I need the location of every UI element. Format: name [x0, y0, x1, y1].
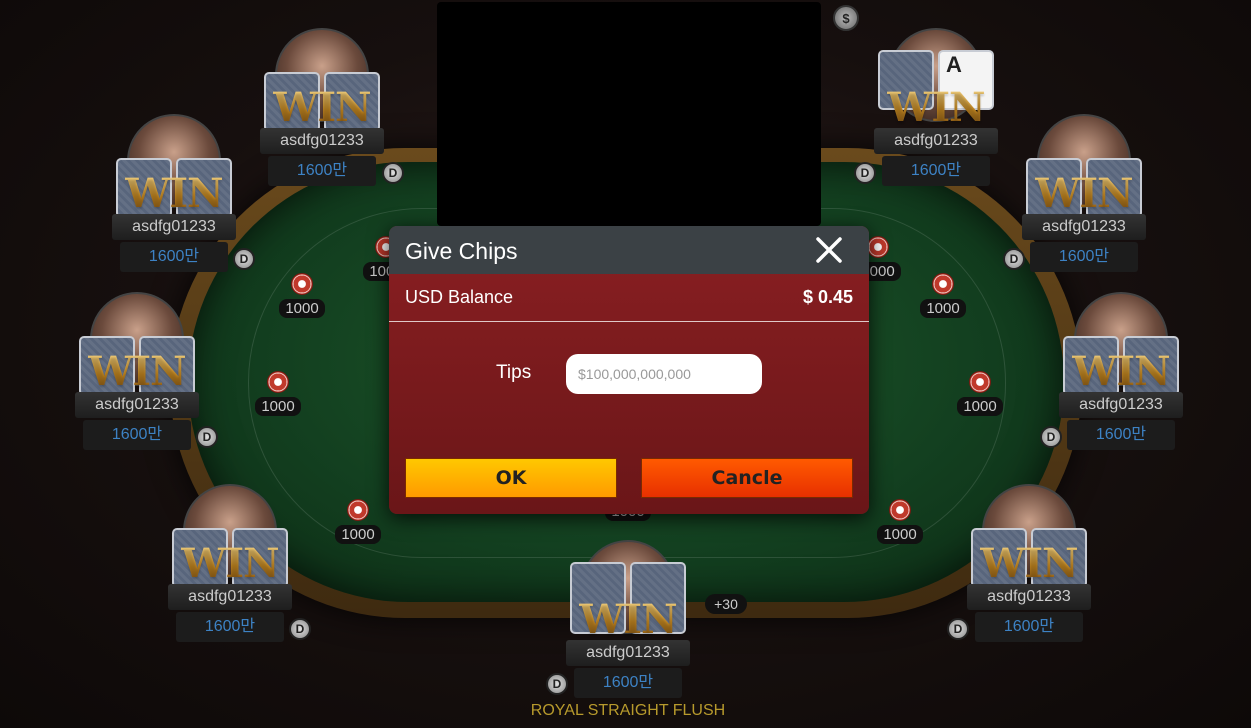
ok-button[interactable]: OK — [405, 458, 617, 498]
player-seat[interactable]: WIN asdfg01233 1600만 — [1059, 292, 1183, 450]
dealer-button: D — [233, 248, 255, 270]
player-chips: 1600만 — [975, 612, 1083, 642]
win-banner: WIN — [168, 540, 292, 587]
chip-icon — [291, 273, 313, 295]
dealer-button: D — [382, 162, 404, 184]
player-chips: 1600만 — [882, 156, 990, 186]
bet-amount: 1000 — [920, 299, 966, 318]
win-banner: WIN — [112, 170, 236, 217]
close-icon[interactable] — [813, 234, 845, 266]
dialog-header: Give Chips — [389, 226, 869, 274]
chip-icon — [969, 371, 991, 393]
player-seat-self[interactable]: WIN asdfg01233 1600만 — [566, 540, 690, 698]
balance-value: $ 0.45 — [802, 287, 853, 307]
bet-amount: 1000 — [335, 525, 381, 544]
winning-hand-label: ROYAL STRAIGHT FLUSH — [530, 702, 726, 719]
chip-icon — [347, 499, 369, 521]
player-chips: 1600만 — [1067, 420, 1175, 450]
bet-stack: 1000 — [870, 499, 930, 544]
chip-icon — [932, 273, 954, 295]
dealer-button: D — [947, 618, 969, 640]
bet-stack: 1000 — [328, 499, 388, 544]
dealer-button: D — [1040, 426, 1062, 448]
bet-amount: 1000 — [279, 299, 325, 318]
player-chips: 1600만 — [120, 242, 228, 272]
bet-stack: 1000 — [913, 273, 973, 318]
video-panel — [437, 2, 821, 226]
chip-icon — [867, 236, 889, 258]
player-name: asdfg01233 — [260, 128, 384, 154]
player-name: asdfg01233 — [112, 214, 236, 240]
tips-label: Tips — [496, 362, 532, 383]
bet-amount: 1000 — [255, 397, 301, 416]
player-name: asdfg01233 — [168, 584, 292, 610]
dealer-button: D — [854, 162, 876, 184]
win-banner: WIN — [260, 84, 384, 131]
player-chips: 1600만 — [268, 156, 376, 186]
player-chips: 1600만 — [574, 668, 682, 698]
player-seat[interactable]: WIN asdfg01233 1600만 — [967, 484, 1091, 642]
player-name: asdfg01233 — [874, 128, 998, 154]
win-banner: WIN — [1022, 170, 1146, 217]
bet-amount: 1000 — [957, 397, 1003, 416]
win-banner: WIN — [1059, 348, 1183, 395]
bet-amount: 1000 — [877, 525, 923, 544]
bet-stack: 1000 — [248, 371, 308, 416]
player-seat[interactable]: WIN asdfg01233 1600만 — [75, 292, 199, 450]
dealer-button: D — [196, 426, 218, 448]
dealer-button: D — [289, 618, 311, 640]
player-chips: 1600만 — [176, 612, 284, 642]
player-chips: 1600만 — [1030, 242, 1138, 272]
dealer-button: D — [1003, 248, 1025, 270]
dialog-title: Give Chips — [405, 238, 518, 264]
bet-stack: 1000 — [950, 371, 1010, 416]
player-seat[interactable]: WIN asdfg01233 1600만 — [168, 484, 292, 642]
player-name: asdfg01233 — [566, 640, 690, 666]
win-banner: WIN — [566, 596, 690, 643]
player-name: asdfg01233 — [75, 392, 199, 418]
player-name: asdfg01233 — [967, 584, 1091, 610]
player-seat[interactable]: WIN asdfg01233 1600만 — [260, 28, 384, 186]
give-chips-dialog: Give Chips USD Balance $ 0.45 Tips OK Ca… — [389, 226, 869, 514]
bet-stack: 1000 — [272, 273, 332, 318]
chip-icon — [267, 371, 289, 393]
balance-label: USD Balance — [405, 287, 514, 307]
player-chips: 1600만 — [83, 420, 191, 450]
tips-input[interactable] — [566, 354, 762, 394]
dealer-button: D — [546, 673, 568, 695]
dollar-coin-icon[interactable]: $ — [833, 5, 859, 31]
gain-badge: +30 — [705, 594, 747, 614]
player-name: asdfg01233 — [1022, 214, 1146, 240]
balance-row: USD Balance $ 0.45 — [389, 274, 869, 322]
chip-icon — [889, 499, 911, 521]
player-name: asdfg01233 — [1059, 392, 1183, 418]
player-seat[interactable]: A WIN asdfg01233 1600만 — [874, 28, 998, 186]
win-banner: WIN — [75, 348, 199, 395]
player-seat[interactable]: WIN asdfg01233 1600만 — [1022, 114, 1146, 272]
player-seat[interactable]: WIN asdfg01233 1600만 — [112, 114, 236, 272]
win-banner: WIN — [967, 540, 1091, 587]
cancel-button[interactable]: Cancle — [641, 458, 853, 498]
win-banner: WIN — [874, 84, 998, 131]
